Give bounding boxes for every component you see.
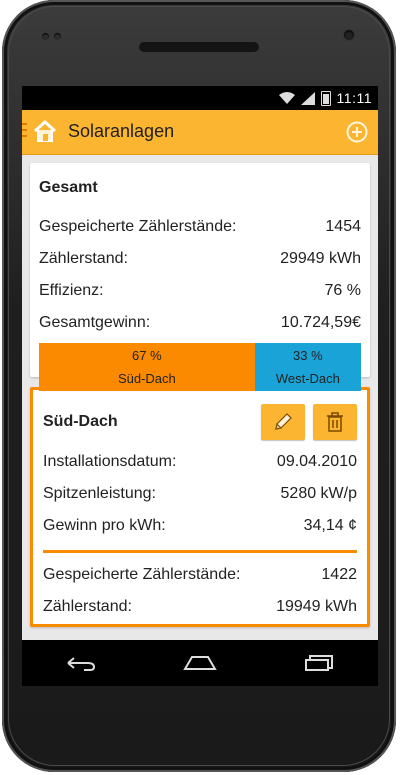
row-value: 34,14 ¢ <box>303 517 357 534</box>
row-label: Zählerstand: <box>39 250 128 267</box>
sensor-dots <box>42 33 66 41</box>
content: Gesamt Gespeicherte Zählerstände: 1454 Z… <box>22 155 378 627</box>
row-label: Gesamtgewinn: <box>39 314 151 331</box>
system-nav-bar <box>22 640 378 686</box>
status-bar: 11:11 <box>22 86 378 110</box>
wifi-icon <box>278 92 295 104</box>
action-bar: Solaranlagen <box>22 110 378 155</box>
page-title: Solaranlagen <box>68 121 175 141</box>
row-label: Gewinn pro kWh: <box>43 517 166 534</box>
row-value: 1454 <box>325 218 361 235</box>
sued-row-profit-per-kwh: Gewinn pro kWh: 34,14 ¢ <box>43 510 357 542</box>
row-value: 19949 kWh <box>276 598 357 615</box>
sued-row-meter: Zählerstand: 19949 kWh <box>43 591 357 623</box>
row-value: 09.04.2010 <box>276 453 357 470</box>
trash-icon <box>327 412 343 432</box>
edit-button[interactable] <box>261 404 305 440</box>
row-value: 29949 kWh <box>280 250 361 267</box>
total-row-readings: Gespeicherte Zählerstände: 1454 <box>39 211 361 243</box>
divider <box>43 550 357 553</box>
screen: 11:11 Solaranlagen Gesamt Gespeicherte Z… <box>22 86 378 686</box>
segment-percent: 67 % <box>132 348 162 363</box>
segment-percent: 33 % <box>293 348 323 363</box>
distribution-segment-west[interactable]: 33 % West-Dach <box>254 343 361 391</box>
pencil-icon <box>275 413 292 430</box>
row-label: Zählerstand: <box>43 598 132 615</box>
drawer-indicator-icon[interactable] <box>22 123 28 139</box>
earpiece <box>139 42 259 52</box>
sued-row-readings: Gespeicherte Zählerstände: 1422 <box>43 559 357 591</box>
home-icon[interactable] <box>32 119 58 143</box>
total-row-profit: Gesamtgewinn: 10.724,59€ <box>39 307 361 339</box>
segment-name: Süd-Dach <box>117 371 176 386</box>
distribution-bar: 67 % Süd-Dach 33 % West-Dach <box>39 343 361 391</box>
clock: 11:11 <box>336 90 372 106</box>
row-label: Gespeicherte Zählerstände: <box>43 566 241 583</box>
sued-row-peak-power: Spitzenleistung: 5280 kW/p <box>43 478 357 510</box>
row-value: 10.724,59€ <box>280 314 361 331</box>
row-label: Spitzenleistung: <box>43 485 156 502</box>
total-row-efficiency: Effizienz: 76 % <box>39 275 361 307</box>
delete-button[interactable] <box>313 404 357 440</box>
signal-icon <box>300 91 315 105</box>
segment-name: West-Dach <box>275 371 340 386</box>
front-camera <box>344 30 354 40</box>
home-nav-icon <box>183 656 217 670</box>
total-title: Gesamt <box>39 179 98 196</box>
battery-icon <box>320 90 331 106</box>
sued-dach-card[interactable]: Süd-Dach Installationsdatum: 09.04.2010 … <box>30 387 370 627</box>
row-label: Installationsdatum: <box>43 453 177 470</box>
row-label: Gespeicherte Zählerstände: <box>39 218 237 235</box>
sued-row-install-date: Installationsdatum: 09.04.2010 <box>43 446 357 478</box>
home-button[interactable] <box>180 650 220 676</box>
add-icon[interactable] <box>346 121 368 143</box>
row-label: Effizienz: <box>39 282 104 299</box>
sued-dach-header: Süd-Dach <box>43 398 357 446</box>
total-row-meter: Zählerstand: 29949 kWh <box>39 243 361 275</box>
recent-apps-icon <box>304 655 333 671</box>
distribution-segment-sued[interactable]: 67 % Süd-Dach <box>39 343 255 391</box>
card-actions <box>261 404 357 440</box>
row-value: 5280 kW/p <box>280 485 357 502</box>
back-icon <box>67 657 96 671</box>
recent-apps-button[interactable] <box>299 650 339 676</box>
total-card: Gesamt Gespeicherte Zählerstände: 1454 Z… <box>30 163 370 391</box>
back-button[interactable] <box>61 650 101 676</box>
row-value: 76 % <box>324 282 361 299</box>
sued-dach-title: Süd-Dach <box>43 413 118 430</box>
row-value: 1422 <box>321 566 357 583</box>
